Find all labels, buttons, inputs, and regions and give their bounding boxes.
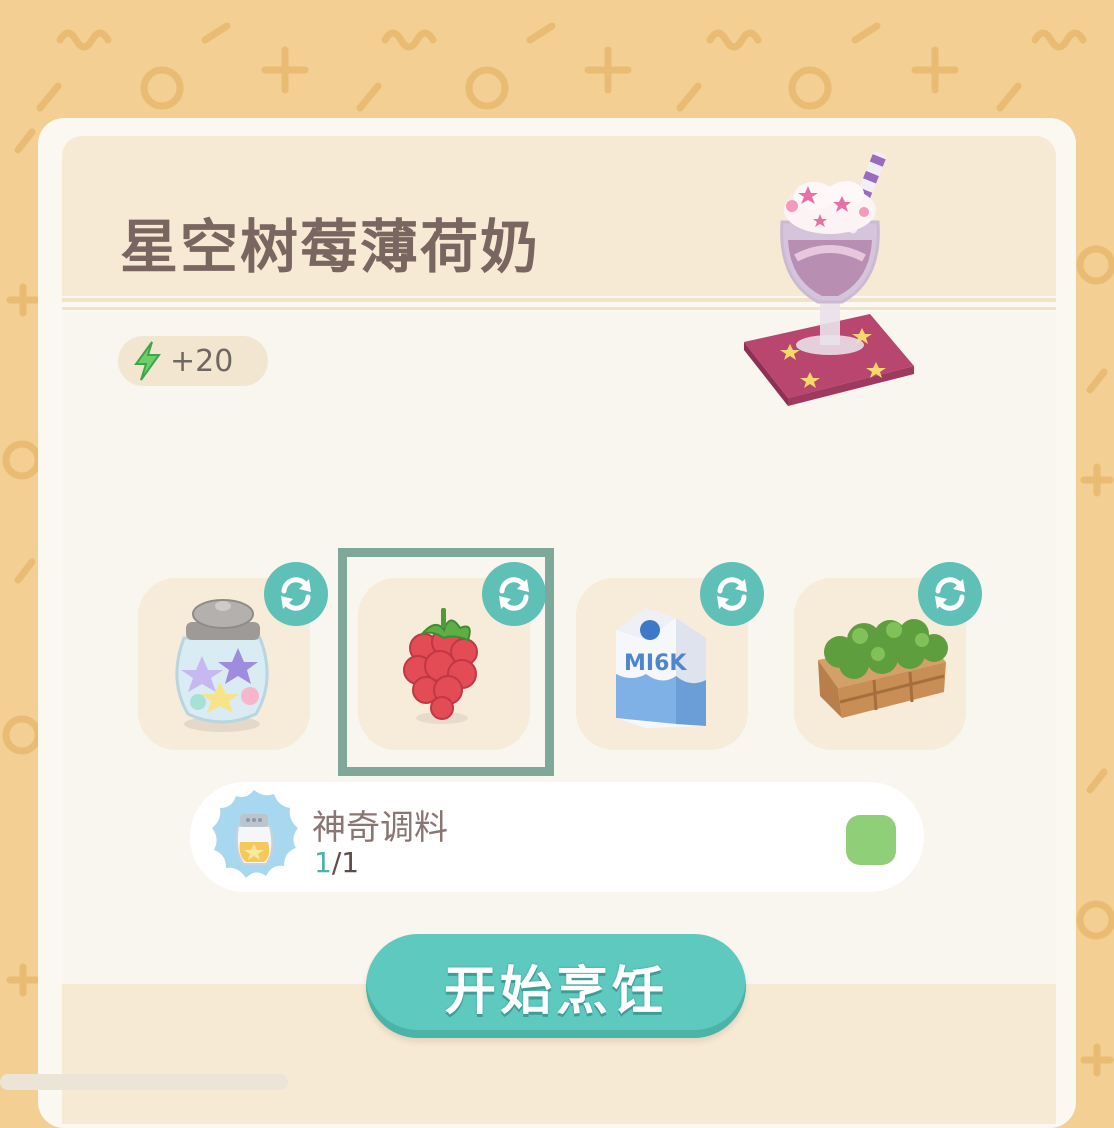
- magic-seasoning-jar-icon: [204, 786, 304, 890]
- lightning-icon: [134, 341, 161, 381]
- seasoning-owned: 1: [314, 846, 332, 879]
- energy-badge: +20: [118, 336, 268, 386]
- swap-button-1[interactable]: [264, 562, 328, 626]
- swap-button-3[interactable]: [700, 562, 764, 626]
- start-cooking-button[interactable]: 开始烹饪: [366, 934, 746, 1038]
- seasoning-name: 神奇调料: [312, 808, 448, 848]
- swap-icon: [935, 577, 965, 611]
- seasoning-status-indicator: [846, 815, 896, 865]
- seasoning-count: 1/1: [314, 846, 359, 879]
- seasoning-required: /1: [331, 846, 360, 879]
- scrollbar[interactable]: [0, 1074, 288, 1090]
- swap-button-4[interactable]: [918, 562, 982, 626]
- selection-highlight: [338, 548, 554, 776]
- energy-value: +20: [170, 343, 234, 379]
- starry-milkshake-icon: [730, 140, 930, 414]
- recipe-title: 星空树莓薄荷奶: [120, 213, 541, 281]
- start-cooking-label: 开始烹饪: [443, 961, 668, 1022]
- svg-text:MI6K: MI6K: [624, 651, 687, 676]
- swap-icon: [717, 577, 747, 611]
- swap-icon: [281, 577, 311, 611]
